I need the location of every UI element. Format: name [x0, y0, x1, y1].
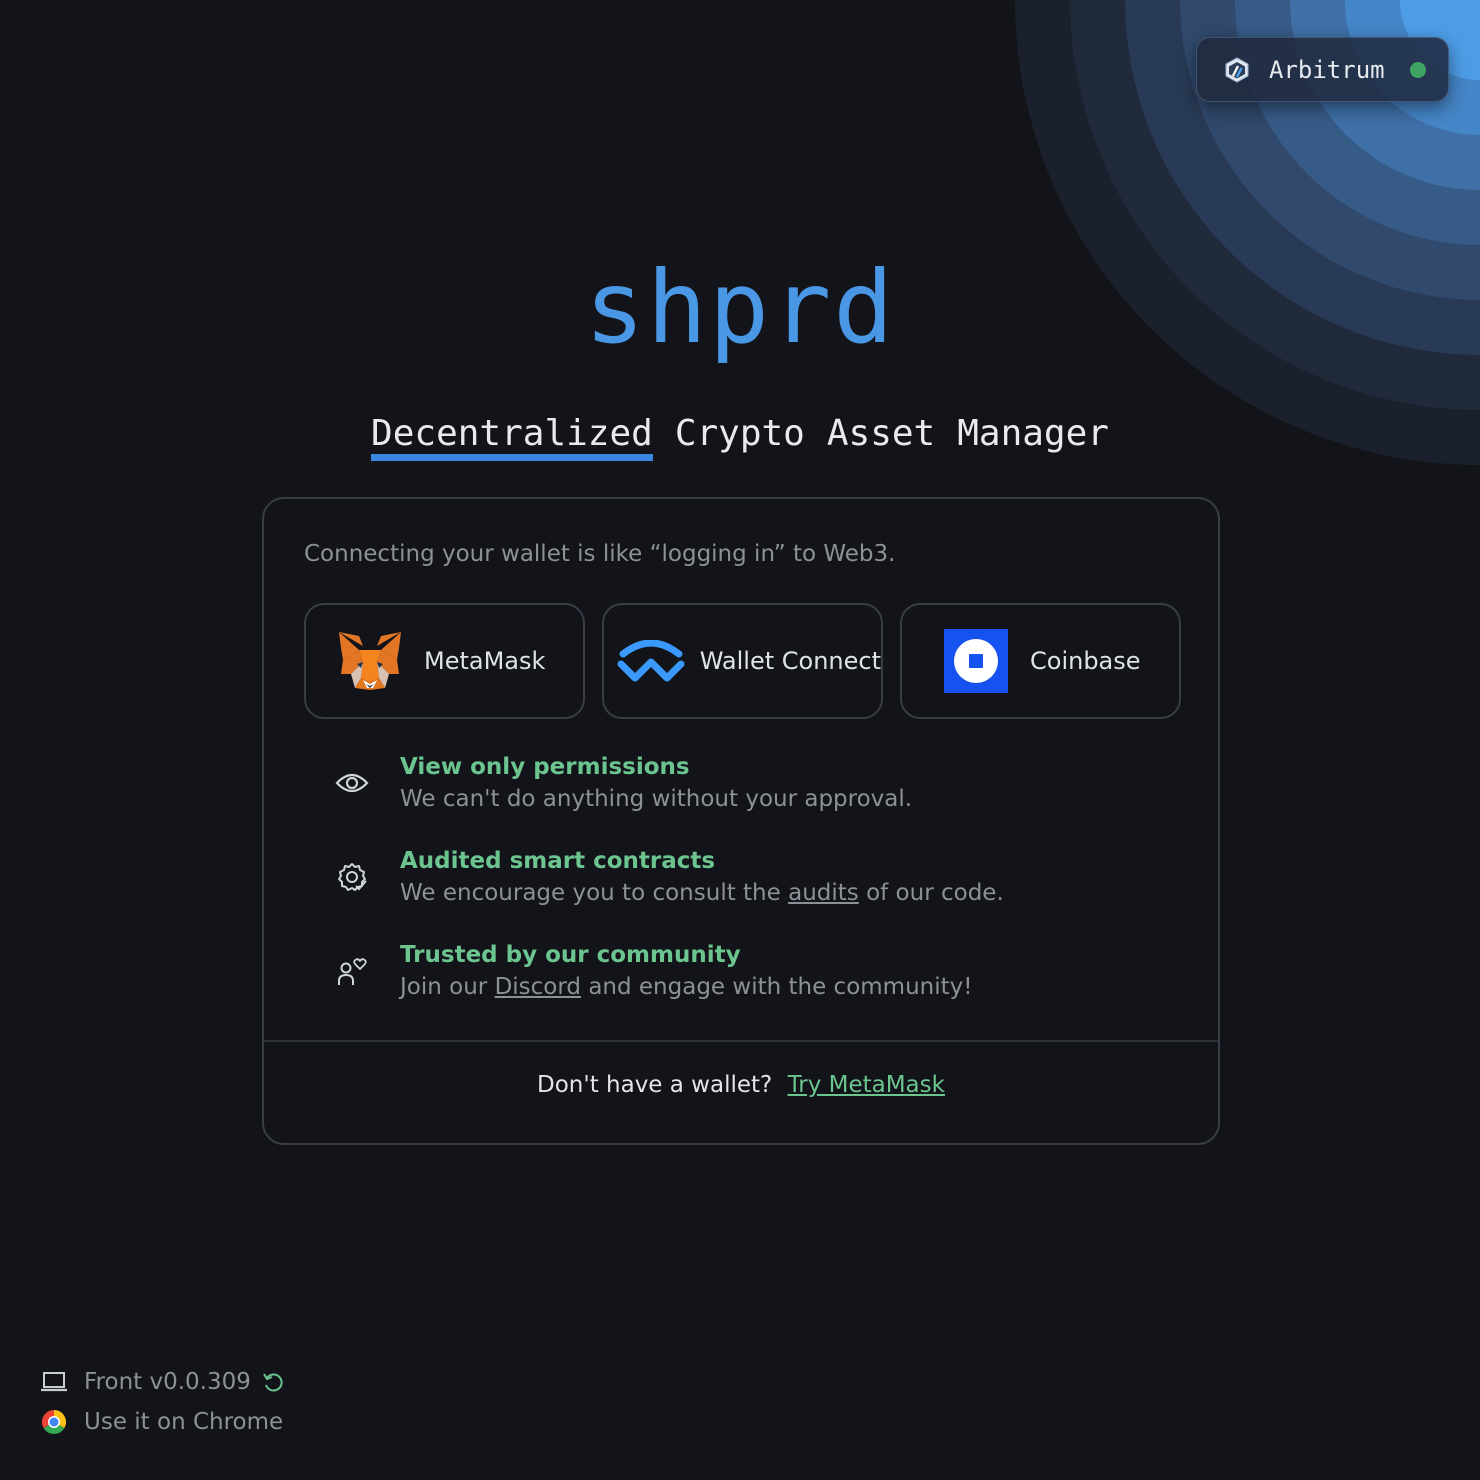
feature-description: We can't do anything without your approv… [400, 786, 913, 812]
coinbase-icon [936, 629, 1016, 693]
tagline-word-crypto: Crypto [674, 413, 805, 454]
version-text: Front v0.0.309 [84, 1369, 251, 1395]
walletconnect-icon [616, 629, 686, 693]
card-intro-text: Connecting your wallet is like “logging … [304, 541, 896, 567]
audits-link[interactable]: audits [788, 880, 859, 906]
feature-description: We encourage you to consult the audits o… [400, 877, 1004, 909]
desc-text: and engage with the community! [588, 974, 973, 1000]
network-name: Arbitrum [1269, 55, 1385, 84]
chrome-text: Use it on Chrome [84, 1409, 284, 1435]
feature-title: Audited smart contracts [400, 848, 716, 874]
chrome-icon [40, 1408, 68, 1436]
walletconnect-label: Wallet Connect [699, 647, 881, 675]
coinbase-label: Coinbase [1030, 647, 1141, 675]
brand-logo: shprd [584, 249, 896, 366]
card-footer: Don't have a wallet? Try MetaMask [264, 1072, 1218, 1098]
laptop-icon [40, 1368, 68, 1396]
metamask-button[interactable]: MetaMask [304, 603, 585, 719]
feature-description: Join our Discord and engage with the com… [400, 971, 972, 1003]
tagline-word-manager: Manager [957, 413, 1109, 454]
wallet-options: MetaMask Wallet Connect Coinbase [304, 603, 1181, 719]
bottom-info: Front v0.0.309 Use it on Chrome [40, 1366, 285, 1446]
coinbase-button[interactable]: Coinbase [900, 603, 1181, 719]
tagline: Decentralized Crypto Asset Manager [0, 414, 1480, 461]
chrome-row[interactable]: Use it on Chrome [40, 1406, 285, 1438]
network-status-dot [1410, 61, 1426, 78]
eye-icon [334, 765, 370, 801]
discord-link[interactable]: Discord [495, 974, 581, 1000]
user-heart-icon [334, 953, 370, 989]
feature-audited: Audited smart contracts We encourage you… [334, 845, 1004, 909]
walletconnect-button[interactable]: Wallet Connect [602, 603, 883, 719]
connect-wallet-card: Connecting your wallet is like “logging … [262, 497, 1220, 1145]
feature-title: View only permissions [400, 754, 690, 780]
try-metamask-link[interactable]: Try MetaMask [788, 1072, 945, 1098]
arbitrum-icon [1223, 56, 1251, 84]
gear-check-icon [334, 859, 370, 895]
metamask-label: MetaMask [424, 647, 546, 675]
desc-text: Join our [400, 974, 488, 1000]
refresh-icon[interactable] [261, 1370, 285, 1394]
metamask-fox-icon [330, 629, 410, 693]
feature-list: View only permissions We can't do anythi… [334, 751, 1004, 1033]
tagline-word-asset: Asset [826, 413, 936, 454]
tagline-word-decentralized: Decentralized [371, 414, 653, 461]
no-wallet-text: Don't have a wallet? [537, 1072, 773, 1098]
desc-text: of our code. [866, 880, 1004, 906]
card-divider [264, 1040, 1218, 1042]
desc-text: We encourage you to consult the [400, 880, 781, 906]
version-row: Front v0.0.309 [40, 1366, 285, 1398]
feature-community: Trusted by our community Join our Discor… [334, 939, 1004, 1003]
feature-view-only: View only permissions We can't do anythi… [334, 751, 1004, 815]
network-selector[interactable]: Arbitrum [1196, 37, 1449, 102]
feature-title: Trusted by our community [400, 942, 741, 968]
